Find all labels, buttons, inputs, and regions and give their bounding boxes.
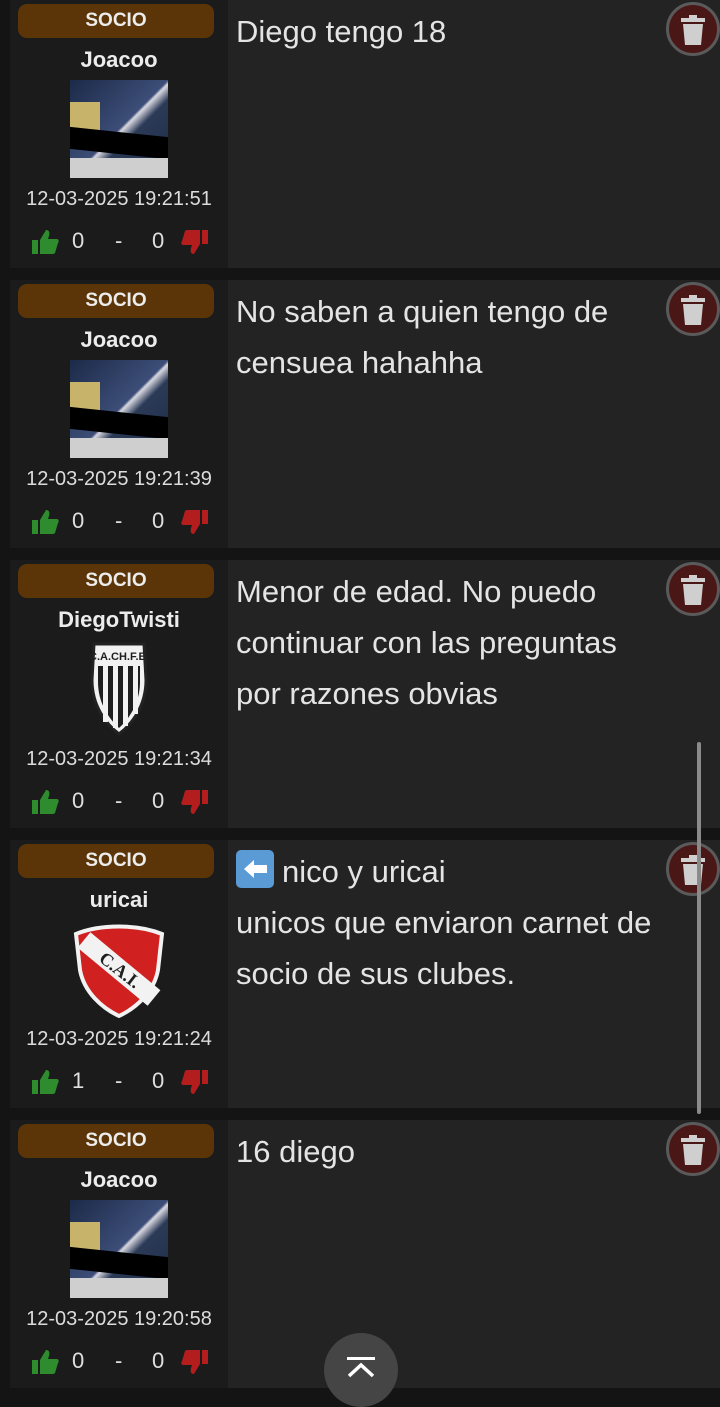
trash-icon — [681, 295, 705, 325]
comment-line: Menor de edad. No puedo — [236, 574, 597, 609]
comment-line: unicos que enviaron carnet de — [236, 905, 652, 940]
like-count: 0 — [72, 788, 85, 813]
author-panel: SOCIO DiegoTwisti C.A.CH.F.E. 12-03-2025… — [10, 560, 228, 828]
username[interactable]: Joacoo — [10, 1167, 228, 1193]
vote-bar: 0 - 0 — [30, 1348, 230, 1378]
author-panel: SOCIO Joacoo 12-03-2025 19:21:39 0 - 0 — [10, 280, 228, 548]
comment-text: No saben a quien tengo de censuea hahahh… — [236, 286, 698, 388]
thumbs-down-icon[interactable] — [180, 1068, 210, 1096]
username[interactable]: Joacoo — [10, 47, 228, 73]
dislike-count: 0 — [152, 1068, 165, 1093]
thumbs-down-icon[interactable] — [180, 1348, 210, 1376]
delete-button[interactable] — [666, 2, 720, 56]
vote-separator: - — [115, 1348, 123, 1373]
timestamp: 12-03-2025 19:21:24 — [26, 1028, 212, 1050]
comment-line: por razones obvias — [236, 676, 498, 711]
author-panel: SOCIO uricai C.A.I. 12-03-2025 19:21:24 … — [10, 840, 228, 1108]
comment-text: 16 diego — [236, 1126, 698, 1177]
comment-card: SOCIO DiegoTwisti C.A.CH.F.E. 12-03-2025… — [10, 560, 720, 828]
thumbs-down-icon[interactable] — [180, 508, 210, 536]
scroll-to-top-button[interactable] — [324, 1333, 398, 1407]
comment-text: Diego tengo 18 — [236, 6, 698, 57]
comment-line: No saben a quien tengo de — [236, 294, 609, 329]
left-arrow-emoji-icon — [236, 850, 274, 888]
member-badge: SOCIO — [18, 1124, 214, 1158]
comment-line: socio de sus clubes. — [236, 956, 516, 991]
dislike-count: 0 — [152, 508, 165, 533]
vote-bar: 0 - 0 — [30, 788, 230, 818]
dislike-count: 0 — [152, 788, 165, 813]
thumbs-up-icon[interactable] — [30, 1068, 60, 1096]
comment-line: 16 diego — [236, 1134, 355, 1169]
avatar[interactable] — [70, 360, 168, 458]
member-badge: SOCIO — [18, 4, 214, 38]
club-crest-avatar[interactable]: C.A.CH.F.E. — [70, 640, 168, 738]
member-badge: SOCIO — [18, 844, 214, 878]
delete-button[interactable] — [666, 842, 720, 896]
comment-text: nico y uricai unicos que enviaron carnet… — [236, 846, 698, 999]
vote-bar: 0 - 0 — [30, 508, 230, 538]
vote-bar: 0 - 0 — [30, 228, 230, 258]
vote-bar: 1 - 0 — [30, 1068, 230, 1098]
timestamp: 12-03-2025 19:21:51 — [26, 188, 212, 210]
comment-card: SOCIO Joacoo 12-03-2025 19:21:51 0 - 0 D… — [10, 0, 720, 268]
chevron-up-icon — [347, 1357, 375, 1378]
author-panel: SOCIO Joacoo 12-03-2025 19:21:51 0 - 0 — [10, 0, 228, 268]
trash-icon — [681, 575, 705, 605]
thumbs-up-icon[interactable] — [30, 1348, 60, 1376]
comment-line: continuar con las preguntas — [236, 625, 617, 660]
dislike-count: 0 — [152, 228, 165, 253]
thumbs-down-icon[interactable] — [180, 788, 210, 816]
like-count: 1 — [72, 1068, 85, 1093]
vote-separator: - — [115, 1068, 123, 1093]
comment-line: Diego tengo 18 — [236, 14, 447, 49]
member-badge: SOCIO — [18, 284, 214, 318]
username[interactable]: uricai — [10, 887, 228, 913]
timestamp: 12-03-2025 19:21:39 — [26, 468, 212, 490]
vote-separator: - — [115, 508, 123, 533]
vote-separator: - — [115, 788, 123, 813]
trash-icon — [681, 15, 705, 45]
comment-text: Menor de edad. No puedo continuar con la… — [236, 566, 698, 719]
thumbs-down-icon[interactable] — [180, 228, 210, 256]
like-count: 0 — [72, 508, 85, 533]
club-crest-avatar[interactable]: C.A.I. — [70, 920, 168, 1018]
author-panel: SOCIO Joacoo 12-03-2025 19:20:58 0 - 0 — [10, 1120, 228, 1388]
thumbs-up-icon[interactable] — [30, 508, 60, 536]
delete-button[interactable] — [666, 1122, 720, 1176]
timestamp: 12-03-2025 19:20:58 — [26, 1308, 212, 1330]
comment-card: SOCIO Joacoo 12-03-2025 19:21:39 0 - 0 N… — [10, 280, 720, 548]
comment-line-text: nico y uricai — [282, 854, 446, 889]
vote-separator: - — [115, 228, 123, 253]
thumbs-up-icon[interactable] — [30, 228, 60, 256]
trash-icon — [681, 855, 705, 885]
like-count: 0 — [72, 228, 85, 253]
scrollbar[interactable] — [697, 742, 701, 1114]
username[interactable]: Joacoo — [10, 327, 228, 353]
comment-line: censuea hahahha — [236, 345, 483, 380]
comment-card: SOCIO uricai C.A.I. 12-03-2025 19:21:24 … — [10, 840, 720, 1108]
timestamp: 12-03-2025 19:21:34 — [26, 748, 212, 770]
dislike-count: 0 — [152, 1348, 165, 1373]
member-badge: SOCIO — [18, 564, 214, 598]
comment-line: nico y uricai — [236, 846, 698, 897]
svg-text:C.A.CH.F.E.: C.A.CH.F.E. — [89, 651, 149, 663]
like-count: 0 — [72, 1348, 85, 1373]
thumbs-up-icon[interactable] — [30, 788, 60, 816]
trash-icon — [681, 1135, 705, 1165]
username[interactable]: DiegoTwisti — [10, 607, 228, 633]
delete-button[interactable] — [666, 562, 720, 616]
avatar[interactable] — [70, 1200, 168, 1298]
delete-button[interactable] — [666, 282, 720, 336]
avatar[interactable] — [70, 80, 168, 178]
comment-feed: SOCIO Joacoo 12-03-2025 19:21:51 0 - 0 D… — [0, 0, 720, 1399]
